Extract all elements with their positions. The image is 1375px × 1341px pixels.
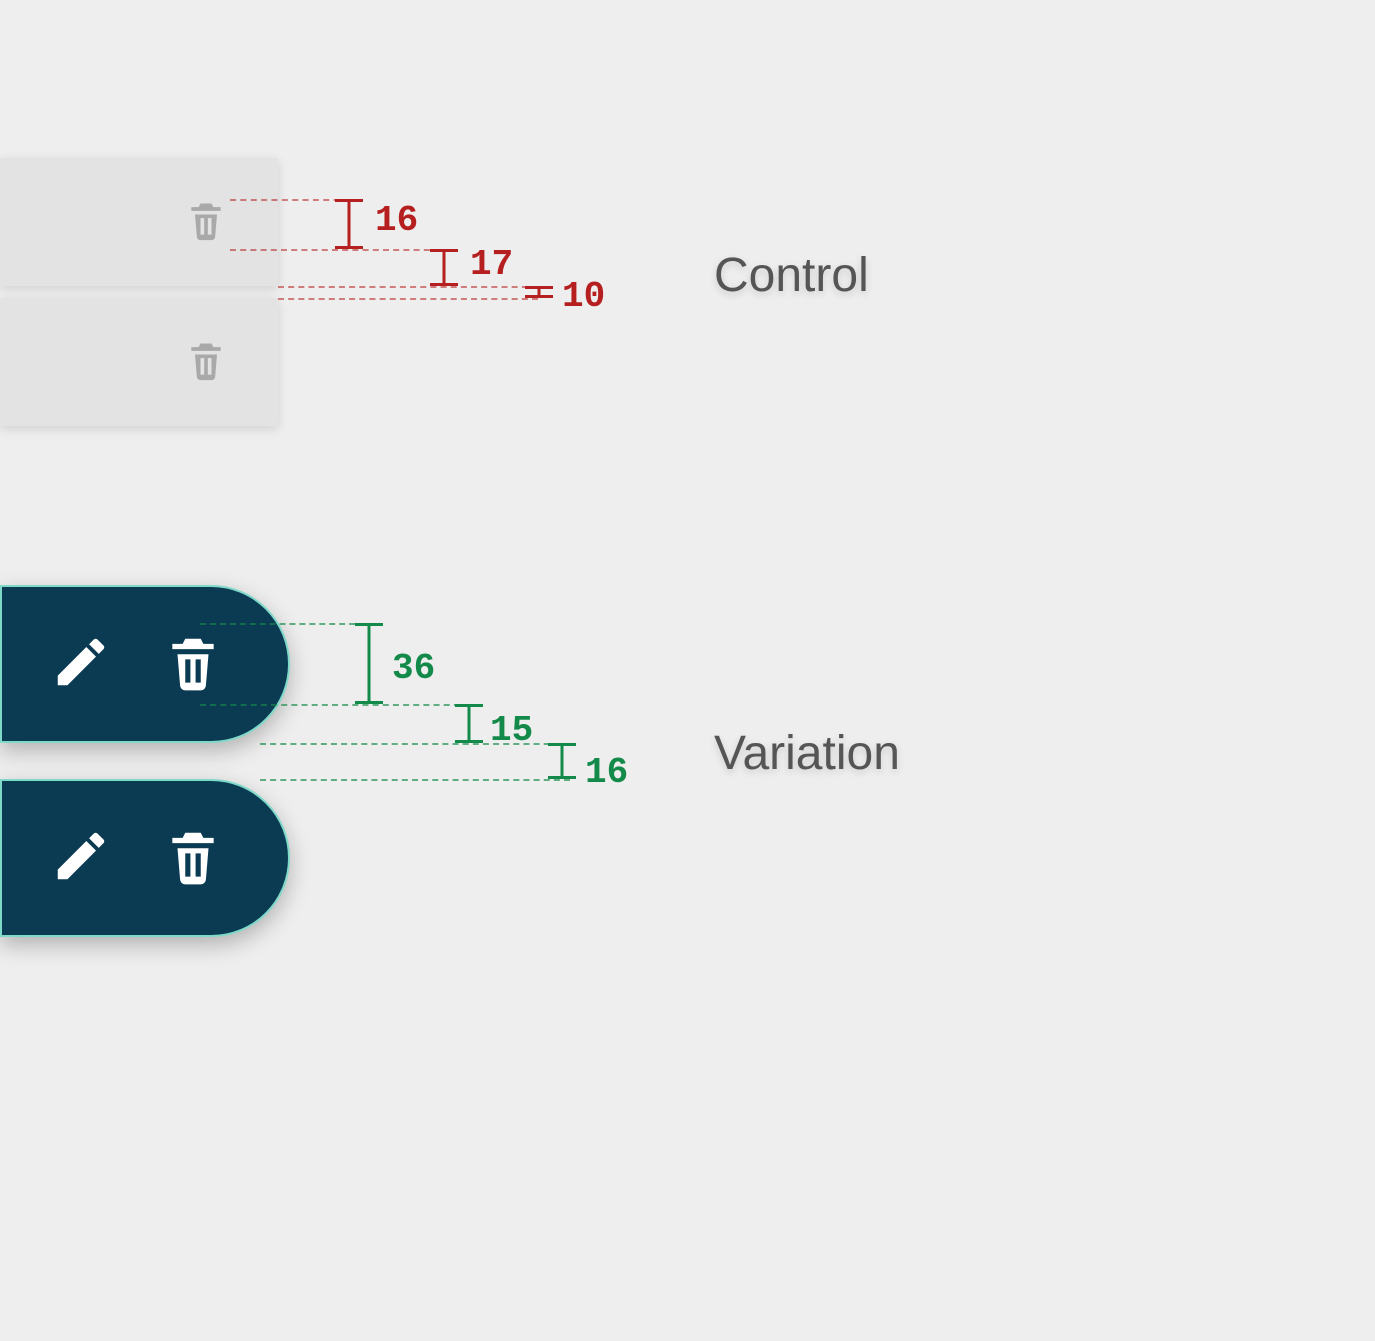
variation-card-2 <box>0 779 290 937</box>
measure-bracket <box>525 286 553 298</box>
pencil-icon[interactable] <box>50 631 112 698</box>
measure-value: 16 <box>585 752 628 793</box>
measure-value: 15 <box>490 710 533 751</box>
control-card-2 <box>0 298 278 426</box>
trash-icon[interactable] <box>184 335 228 390</box>
guide-line <box>278 286 538 288</box>
measure-value: 17 <box>470 244 513 285</box>
measure-bracket <box>548 743 576 779</box>
trash-icon[interactable] <box>184 195 228 250</box>
measure-bracket <box>455 704 483 743</box>
variation-label: Variation <box>714 726 900 781</box>
guide-line <box>260 779 570 781</box>
measure-bracket <box>355 623 383 704</box>
measure-value: 36 <box>392 648 435 689</box>
guide-line <box>230 199 350 201</box>
measure-value: 16 <box>375 200 418 241</box>
guide-line <box>278 298 538 300</box>
trash-icon[interactable] <box>162 631 224 698</box>
guide-line <box>230 249 440 251</box>
variation-card-1 <box>0 585 290 743</box>
control-label: Control <box>714 248 869 303</box>
control-card-1 <box>0 158 278 286</box>
trash-icon[interactable] <box>162 825 224 892</box>
measure-value: 10 <box>562 276 605 317</box>
pencil-icon[interactable] <box>50 825 112 892</box>
measure-bracket <box>335 199 363 249</box>
guide-line <box>200 623 375 625</box>
guide-line <box>200 704 470 706</box>
measure-bracket <box>430 249 458 286</box>
